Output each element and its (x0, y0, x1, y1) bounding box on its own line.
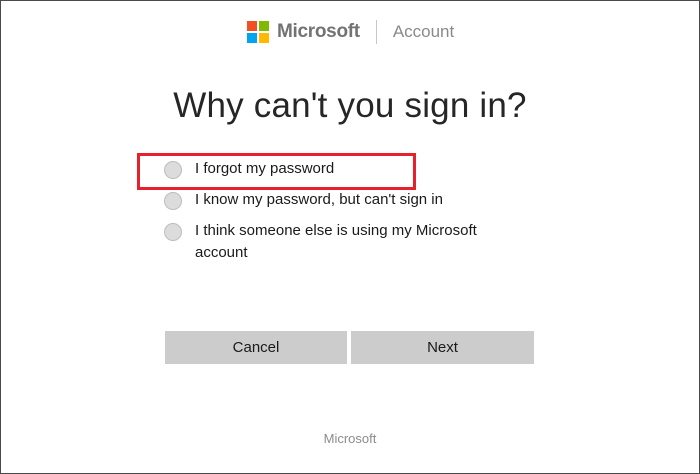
next-button[interactable]: Next (351, 331, 534, 364)
option-forgot-password[interactable]: I forgot my password (164, 160, 524, 180)
brand-name: Microsoft (277, 21, 360, 42)
section-name: Account (392, 22, 455, 41)
header-brand: Microsoft Account (247, 19, 454, 45)
microsoft-logo-icon (247, 21, 269, 43)
cancel-button[interactable]: Cancel (165, 331, 347, 364)
logo-yellow-square (259, 33, 269, 43)
footer-text: Microsoft (323, 431, 377, 446)
sign-in-problem-options: I forgot my password I know my password,… (164, 160, 524, 275)
radio-button[interactable] (164, 192, 182, 210)
option-label: I think someone else is using my Microso… (195, 222, 477, 261)
radio-button[interactable] (164, 223, 182, 241)
logo-red-square (247, 21, 257, 31)
option-someone-else[interactable]: I think someone else is using my Microso… (164, 222, 524, 264)
option-label: I know my password, but can't sign in (195, 191, 443, 208)
option-label: I forgot my password (195, 160, 335, 177)
logo-blue-square (247, 33, 257, 43)
header-divider (375, 20, 377, 44)
option-know-password[interactable]: I know my password, but can't sign in (164, 191, 524, 211)
logo-green-square (259, 21, 269, 31)
radio-button[interactable] (164, 161, 182, 179)
page-title: Why can't you sign in? (173, 86, 527, 125)
